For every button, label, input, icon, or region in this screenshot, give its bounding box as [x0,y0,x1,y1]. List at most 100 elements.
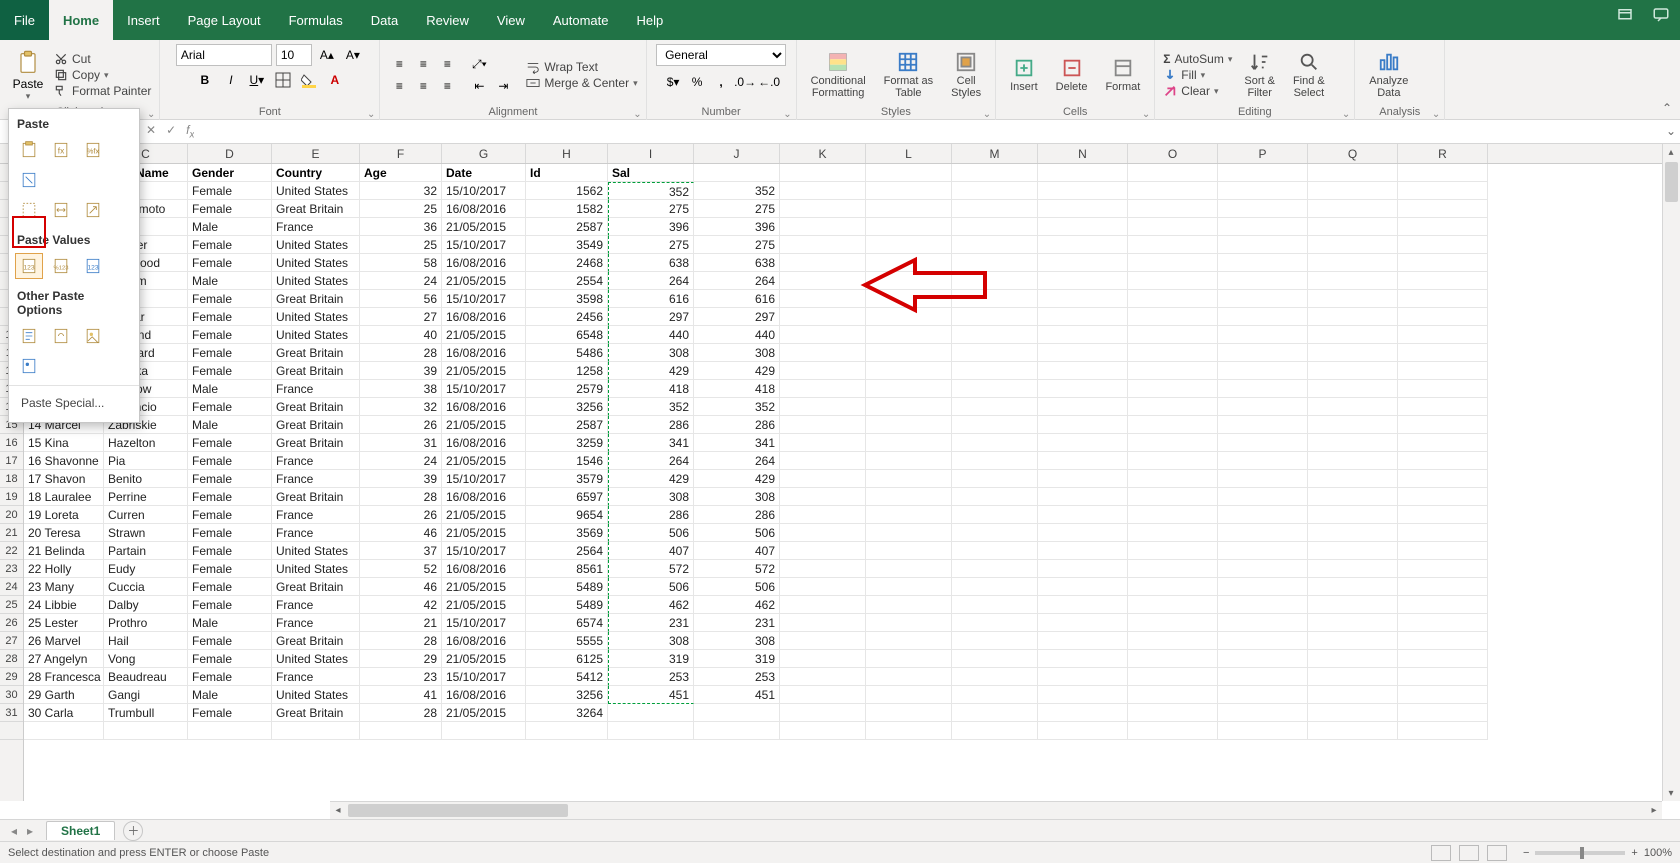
cell[interactable] [1128,614,1218,632]
format-cells-button[interactable]: Format [1099,55,1146,95]
increase-indent-icon[interactable]: ⇥ [492,76,514,96]
format-as-table-button[interactable]: Format as Table [878,49,940,101]
collapse-ribbon-icon[interactable]: ⌃ [1662,101,1672,115]
cell[interactable] [780,344,866,362]
cell[interactable] [1038,254,1128,272]
cell[interactable] [1398,506,1488,524]
cell[interactable]: 253 [608,668,694,686]
cell[interactable] [866,506,952,524]
cell[interactable]: 2587 [526,218,608,236]
cell[interactable] [866,668,952,686]
cell[interactable]: 15/10/2017 [442,668,526,686]
cell[interactable]: 638 [694,254,780,272]
col-header-K[interactable]: K [780,144,866,163]
tab-insert[interactable]: Insert [113,0,174,40]
cell[interactable] [780,434,866,452]
table-row[interactable]: idaMagwoodFemaleUnited States5816/08/201… [24,254,1662,272]
insert-function-icon[interactable]: fx [186,123,194,140]
table-row[interactable]: 18 LauraleePerrineFemaleGreat Britain281… [24,488,1662,506]
cell[interactable]: 25 Lester [24,614,104,632]
analyze-data-button[interactable]: Analyze Data [1363,49,1414,101]
cell[interactable] [1128,254,1218,272]
cell[interactable] [1308,182,1398,200]
cell[interactable] [1398,362,1488,380]
cell[interactable] [952,236,1038,254]
cell[interactable] [952,596,1038,614]
cell[interactable]: Female [188,632,272,650]
cell[interactable] [1218,650,1308,668]
copy-button[interactable]: Copy▾ [54,68,151,82]
col-header-G[interactable]: G [442,144,526,163]
cell[interactable] [1038,326,1128,344]
cell[interactable]: 28 [360,488,442,506]
cell[interactable] [952,632,1038,650]
cell[interactable]: 396 [694,218,780,236]
cell[interactable] [1308,578,1398,596]
cell[interactable] [866,650,952,668]
cell[interactable]: 2554 [526,272,608,290]
cell[interactable] [952,488,1038,506]
border-icon[interactable] [272,70,294,90]
cell[interactable] [1308,200,1398,218]
cell[interactable]: 297 [694,308,780,326]
cell[interactable]: 15/10/2017 [442,182,526,200]
cell[interactable]: 9654 [526,506,608,524]
cell[interactable] [866,686,952,704]
cell[interactable] [866,488,952,506]
cell[interactable] [1038,290,1128,308]
cell[interactable]: 2579 [526,380,608,398]
bold-icon[interactable]: B [194,70,216,90]
col-header-O[interactable]: O [1128,144,1218,163]
cell[interactable] [1218,542,1308,560]
cell[interactable]: 29 Garth [24,686,104,704]
cell[interactable] [780,524,866,542]
col-header-I[interactable]: I [608,144,694,163]
increase-font-icon[interactable]: A▴ [316,45,338,65]
cell[interactable]: Great Britain [272,290,360,308]
cell[interactable] [1128,308,1218,326]
cell[interactable] [1218,488,1308,506]
cell[interactable] [780,416,866,434]
percent-format-icon[interactable]: % [686,72,708,92]
cell[interactable] [952,614,1038,632]
cell[interactable]: 2456 [526,308,608,326]
cell[interactable]: 15/10/2017 [442,470,526,488]
cell[interactable] [1218,254,1308,272]
cell[interactable]: 264 [608,452,694,470]
cell[interactable]: Gangi [104,686,188,704]
cell[interactable] [1038,488,1128,506]
cell[interactable] [1128,380,1218,398]
cell[interactable] [1128,452,1218,470]
cell[interactable]: 3579 [526,470,608,488]
cell[interactable] [1218,704,1308,722]
cell[interactable]: 275 [608,236,694,254]
cell[interactable]: Female [188,344,272,362]
cell[interactable] [1398,686,1488,704]
cell[interactable]: 21/05/2015 [442,704,526,722]
cell[interactable]: 39 [360,470,442,488]
cell[interactable]: 21/05/2015 [442,452,526,470]
cell[interactable] [1218,398,1308,416]
paste-link-icon[interactable] [47,323,75,349]
cell[interactable] [1218,290,1308,308]
cell[interactable] [1038,434,1128,452]
cell[interactable]: Vong [104,650,188,668]
cell[interactable]: Benito [104,470,188,488]
cell[interactable]: 440 [608,326,694,344]
cell[interactable] [780,326,866,344]
cell[interactable] [1308,326,1398,344]
cell[interactable] [1038,722,1128,740]
cell[interactable]: 341 [694,434,780,452]
cell[interactable] [1218,560,1308,578]
cell[interactable]: 15/10/2017 [442,236,526,254]
zoom-in-icon[interactable]: + [1631,847,1637,859]
autosum-button[interactable]: ΣAutoSum▾ [1163,52,1232,66]
cell[interactable]: 16/08/2016 [442,398,526,416]
cell[interactable] [1398,434,1488,452]
cell[interactable]: 429 [694,362,780,380]
clear-button[interactable]: Clear▾ [1163,84,1232,98]
cell[interactable] [1128,470,1218,488]
cell[interactable] [1218,668,1308,686]
cell[interactable] [866,182,952,200]
cell[interactable]: 16/08/2016 [442,632,526,650]
